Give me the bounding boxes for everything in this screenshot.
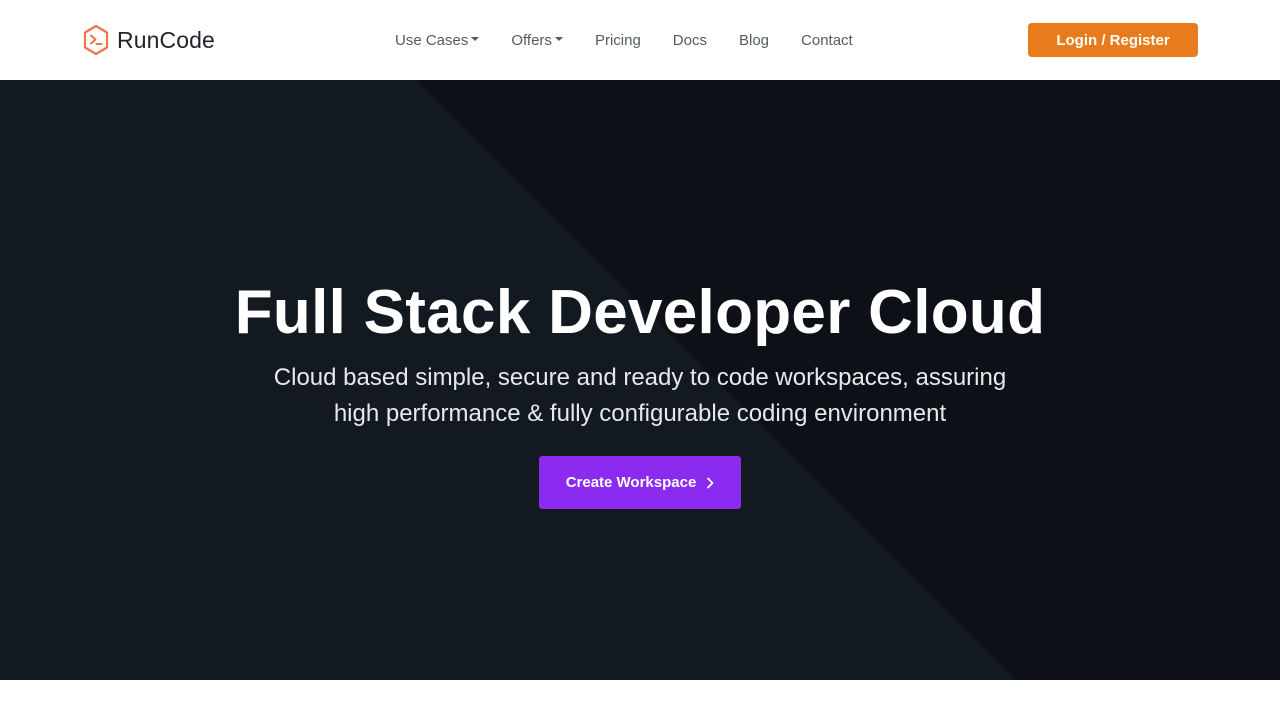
nav-item-label: Contact — [801, 31, 853, 49]
hero-section: Full Stack Developer Cloud Cloud based s… — [0, 80, 1280, 680]
hero-title: Full Stack Developer Cloud — [234, 278, 1046, 347]
nav-item-label: Docs — [672, 31, 707, 49]
nav-item-offers[interactable]: Offers — [495, 20, 579, 60]
caret-down-icon — [471, 37, 480, 41]
chevron-right-icon — [707, 477, 714, 488]
nav-item-contact[interactable]: Contact — [785, 20, 869, 60]
hero-subtitle-line-1: Cloud based simple, secure and ready to … — [273, 364, 1007, 391]
nav-item-blog[interactable]: Blog — [723, 20, 785, 60]
nav-item-docs[interactable]: Docs — [657, 20, 723, 60]
create-workspace-label: Create Workspace — [565, 474, 697, 491]
main-nav: Use Cases Offers Pricing Docs Blog Conta… — [384, 0, 869, 80]
nav-item-label: Pricing — [594, 31, 641, 49]
brand-link[interactable]: RunCode — [82, 24, 215, 56]
nav-item-use-cases[interactable]: Use Cases — [384, 20, 495, 60]
hero-subtitle-line-2: high performance & fully configurable co… — [333, 400, 947, 427]
next-section — [0, 680, 1280, 720]
nav-item-label: Offers — [511, 31, 552, 49]
top-navbar: RunCode Use Cases Offers Pricing Docs Bl… — [0, 0, 1280, 80]
hero-subtitle: Cloud based simple, secure and ready to … — [240, 360, 1040, 432]
create-workspace-button[interactable]: Create Workspace — [539, 456, 741, 509]
nav-item-label: Use Cases — [395, 31, 469, 49]
caret-down-icon — [554, 37, 563, 41]
nav-item-pricing[interactable]: Pricing — [579, 20, 657, 60]
brand-name: RunCode — [117, 26, 215, 53]
terminal-hexagon-icon — [83, 24, 109, 56]
login-register-button[interactable]: Login / Register — [1028, 23, 1198, 57]
nav-item-label: Blog — [738, 31, 770, 49]
